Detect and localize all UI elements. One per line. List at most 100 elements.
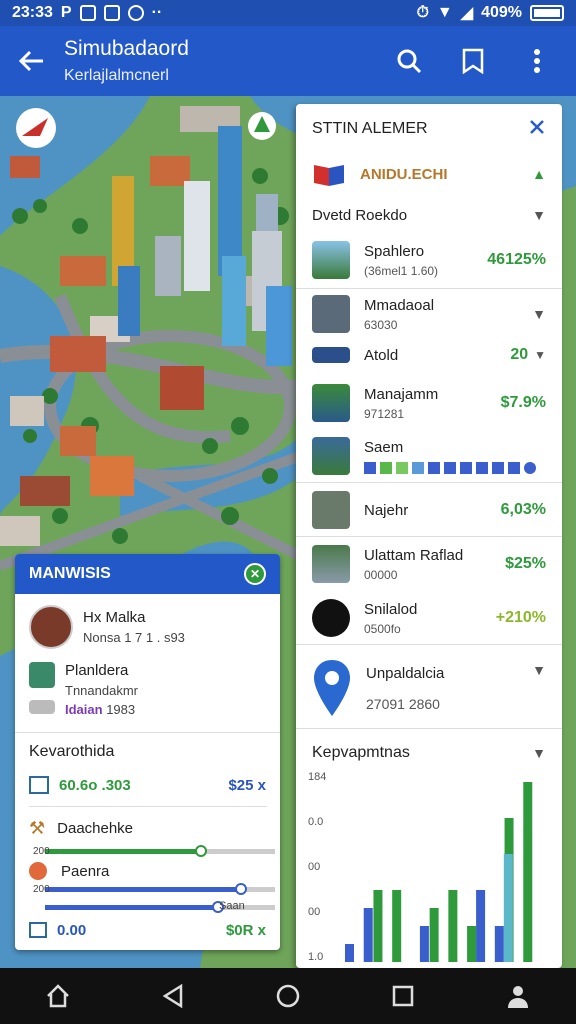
triangle-back-icon bbox=[162, 984, 183, 1008]
bar-chart: 1.0 00 00 0.0 184 bbox=[308, 772, 533, 963]
list-item-name: Najehr bbox=[364, 501, 409, 519]
stats-panel-title: STTIN ALEMER bbox=[312, 120, 428, 137]
bookmark-button[interactable] bbox=[454, 42, 492, 80]
divider bbox=[296, 482, 562, 483]
stat-value-right: $25 x bbox=[228, 776, 266, 794]
list-item-name: Mmadaoal bbox=[364, 296, 435, 314]
search-button[interactable] bbox=[390, 42, 428, 80]
section-header: Kevarothida bbox=[15, 740, 280, 764]
chart-header[interactable]: Kepvapmtnas ▼ bbox=[296, 736, 562, 770]
list-item[interactable]: Spahlero (36mel1 1.60) 46125% bbox=[296, 234, 562, 286]
fruit-icon bbox=[29, 862, 47, 880]
list-item[interactable]: Planldera Tnnandakmr Idaian 1983 bbox=[15, 662, 280, 726]
shield-icon bbox=[127, 5, 144, 21]
person-icon bbox=[508, 986, 529, 1008]
list-item-value: 20 bbox=[510, 346, 529, 363]
chart-bar bbox=[363, 908, 373, 962]
list-item-sub: 971281 bbox=[364, 406, 405, 421]
circle-home-icon bbox=[276, 984, 300, 1008]
list-item-sub: 00000 bbox=[364, 567, 398, 582]
list-item-value: +210% bbox=[495, 609, 546, 626]
wifi-icon: ▼ bbox=[436, 4, 453, 21]
progress-segments bbox=[364, 461, 536, 474]
factory-thumbnail bbox=[312, 491, 350, 529]
list-item[interactable]: Atold 20 ▼ bbox=[296, 340, 562, 370]
analysis-panel: MANWISIS ✕ Hx Malka Nonsa 1 7 1 . s93 Pla… bbox=[15, 554, 280, 950]
chevron-down-icon: ▼ bbox=[532, 662, 546, 678]
chart-bar bbox=[523, 782, 533, 962]
list-item-value: $7.9% bbox=[500, 394, 546, 411]
list-item[interactable]: Unpaldalcia 27091 2860 ▼ bbox=[296, 656, 562, 720]
building-badge-icon bbox=[312, 599, 350, 637]
close-panel-button[interactable] bbox=[528, 118, 546, 141]
list-item-value: 6,03% bbox=[500, 501, 546, 518]
divider bbox=[296, 644, 562, 645]
slider-thumb[interactable] bbox=[195, 845, 208, 857]
chart-bar bbox=[429, 908, 439, 962]
city-thumbnail bbox=[312, 437, 350, 475]
chart-bar bbox=[476, 890, 486, 962]
back-nav-button[interactable] bbox=[153, 976, 193, 1016]
list-item[interactable]: Snilalod 0500fo +210% bbox=[296, 596, 562, 640]
section-title: ANIDU.ECHI bbox=[360, 165, 448, 183]
list-item[interactable]: Paenra bbox=[15, 860, 280, 882]
list-item-value: 46125% bbox=[487, 251, 546, 268]
list-item[interactable]: Ulattam Raflad 00000 $25% bbox=[296, 542, 562, 586]
back-button[interactable] bbox=[0, 26, 64, 96]
y-tick-label: 1.0 bbox=[308, 951, 323, 963]
chart-bar bbox=[503, 854, 513, 962]
stat-row: 0.00 $0R x bbox=[15, 918, 280, 942]
list-item[interactable]: Mmadaoal 63030 ▼ bbox=[296, 292, 562, 336]
list-item-name: Saem bbox=[364, 438, 404, 456]
battery-icon bbox=[530, 5, 564, 21]
stat-value: 0.00 bbox=[57, 921, 87, 939]
divider bbox=[296, 728, 562, 729]
account-nav-button[interactable] bbox=[498, 976, 538, 1016]
list-item-name: Planldera bbox=[65, 662, 129, 679]
subsection-title: Dvetd Roekdo bbox=[312, 206, 408, 224]
close-icon bbox=[530, 119, 544, 134]
collapse-chevron-icon: ▲ bbox=[532, 166, 546, 182]
chevron-down-icon: ▼ bbox=[532, 306, 546, 322]
list-item-sub: Nonsa 1 7 1 . s93 bbox=[83, 630, 185, 645]
slider-2[interactable] bbox=[45, 882, 275, 896]
house-icon bbox=[46, 984, 69, 1008]
section-header[interactable]: ANIDU.ECHI ▲ bbox=[296, 154, 562, 194]
bridge-thumbnail bbox=[312, 241, 350, 279]
slider-label: Saan bbox=[219, 900, 245, 912]
recents-nav-button[interactable] bbox=[383, 976, 423, 1016]
list-item[interactable]: ⚒ Daachehke bbox=[15, 816, 280, 840]
overflow-menu-button[interactable] bbox=[518, 42, 556, 80]
list-item[interactable]: Najehr 6,03% bbox=[296, 488, 562, 532]
expand-badge-button[interactable]: ✕ bbox=[244, 563, 266, 585]
list-item-name: Spahlero bbox=[364, 242, 425, 260]
battery-percent: 409% bbox=[481, 4, 522, 21]
status-time: 23:33 bbox=[12, 4, 53, 21]
chart-bar bbox=[467, 926, 477, 962]
system-nav-bar bbox=[0, 968, 576, 1024]
list-item[interactable]: Manajamm 971281 $7.9% bbox=[296, 380, 562, 426]
slider-1[interactable] bbox=[45, 844, 275, 858]
slider-label: 200 bbox=[33, 884, 50, 895]
chevron-down-icon: ▼ bbox=[534, 348, 546, 362]
list-item[interactable]: Hx Malka Nonsa 1 7 1 . s93 bbox=[15, 602, 280, 652]
list-item-sub: 0500fo bbox=[364, 621, 401, 636]
divider bbox=[15, 732, 280, 733]
slider-thumb[interactable] bbox=[234, 883, 247, 895]
chart-bar bbox=[392, 890, 402, 962]
park-thumbnail bbox=[312, 384, 350, 422]
search-icon bbox=[397, 49, 422, 74]
divider bbox=[296, 288, 562, 289]
book-icon bbox=[314, 165, 344, 186]
subsection-header[interactable]: Dvetd Roekdo ▼ bbox=[296, 198, 562, 232]
list-item-name: Daachehke bbox=[57, 819, 134, 837]
home-nav-button[interactable] bbox=[268, 976, 308, 1016]
status-letter: P bbox=[60, 4, 72, 21]
list-item-name: Atold bbox=[364, 346, 399, 364]
home-house-button[interactable] bbox=[38, 976, 78, 1016]
back-arrow-icon bbox=[19, 50, 43, 72]
y-tick-label: 00 bbox=[308, 906, 320, 918]
list-item[interactable]: Saem bbox=[296, 434, 562, 478]
card-icon bbox=[29, 700, 55, 714]
list-item-sub: 27091 2860 bbox=[366, 695, 440, 712]
